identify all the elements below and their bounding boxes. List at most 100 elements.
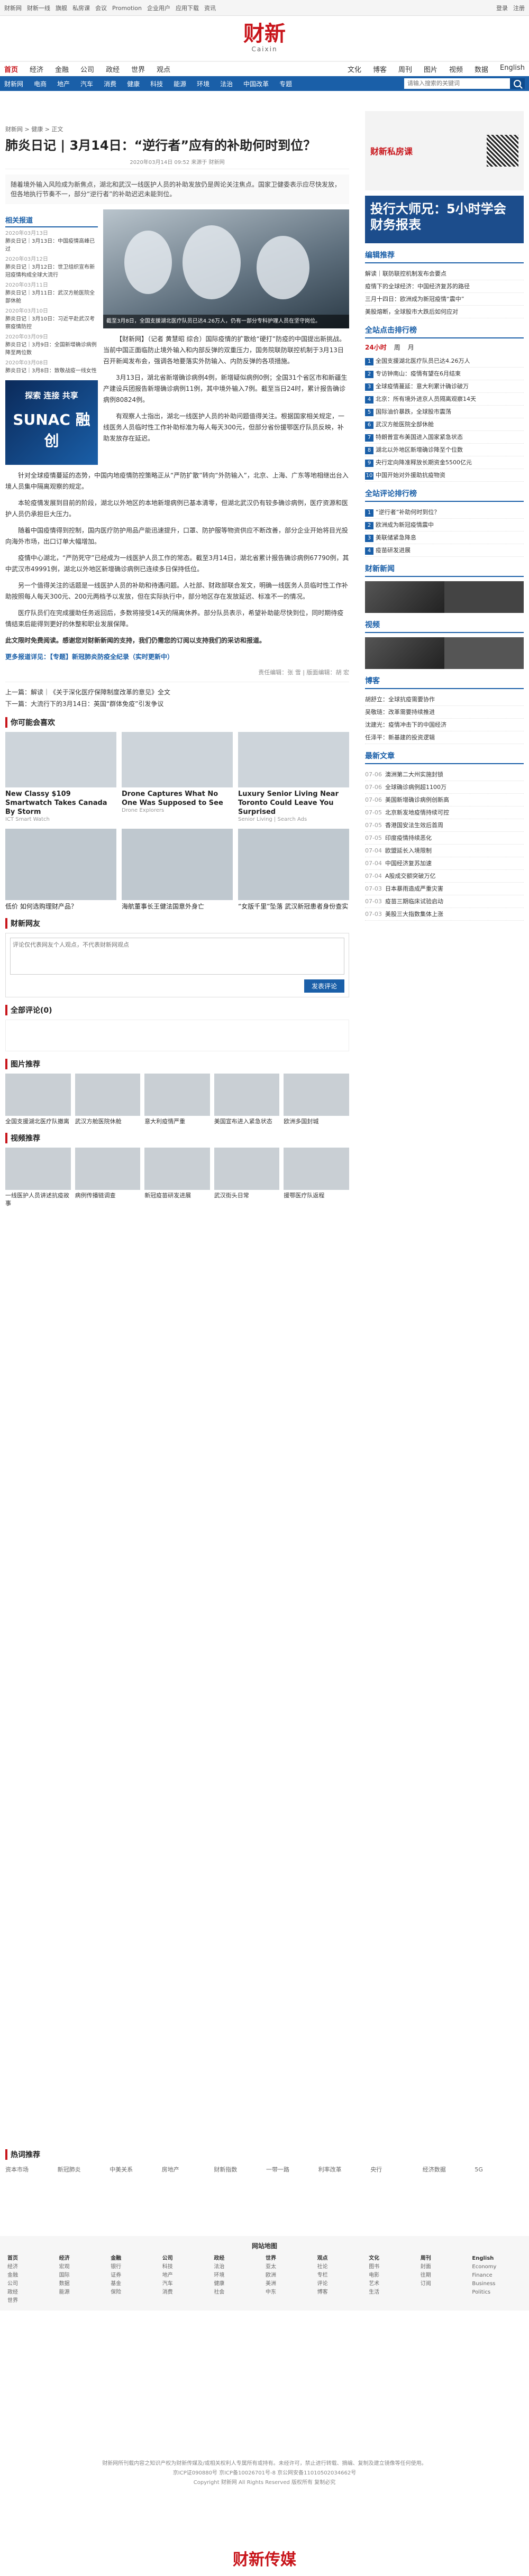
comment-rank-item-text[interactable]: 疫苗研发进展 bbox=[376, 547, 411, 554]
rank-item-text[interactable]: 特朗普宣布美国进入国家紧急状态 bbox=[376, 434, 463, 441]
nav-item-right[interactable]: 数据 bbox=[475, 64, 488, 74]
latest-item[interactable]: 07-03 疫苗三期临床试验启动 bbox=[365, 895, 524, 908]
related-item[interactable]: 2020年03月08日 肺炎日记｜3月8日：致敬战疫一线女性 bbox=[5, 359, 98, 375]
sitemap-link[interactable]: Economy bbox=[472, 2263, 522, 2271]
videos-title[interactable]: 援鄂医疗队返程 bbox=[284, 1191, 349, 1199]
latest-title[interactable]: 全球确诊病例超1100万 bbox=[385, 784, 446, 791]
channel-item[interactable]: 财新网 bbox=[4, 79, 23, 88]
sitemap-link[interactable]: 图书 bbox=[369, 2263, 418, 2271]
comment-rank-item[interactable]: 4 疫苗研发进展 bbox=[365, 544, 524, 557]
sitemap-link[interactable]: 评论 bbox=[317, 2280, 367, 2288]
blog-item[interactable]: 沈建光：疫情冲击下的中国经济 bbox=[365, 719, 524, 731]
comment-textarea[interactable] bbox=[10, 938, 344, 975]
sponsored-title[interactable]: New Classy $109 Smartwatch Takes Canada … bbox=[5, 790, 116, 817]
rank-item[interactable]: 5 国际油价暴跌，全球股市震荡 bbox=[365, 406, 524, 418]
rank-item-text[interactable]: 全国支援湖北医疗队员已达4.26万人 bbox=[376, 357, 470, 364]
sitemap-link[interactable]: 欧洲 bbox=[266, 2271, 315, 2280]
recommend-title[interactable]: “女版千里”坠落 武汉新冠患者身份查实 bbox=[238, 902, 349, 911]
editor-pick-item-text[interactable]: 美股熔断，全球股市大跌后如何应对 bbox=[365, 308, 458, 315]
recommend-card[interactable]: 低价 如何选购理财产品？ bbox=[5, 829, 116, 911]
rank-item[interactable]: 8 湖北以外地区新增确诊降至个位数 bbox=[365, 444, 524, 456]
sponsored-image[interactable] bbox=[5, 732, 116, 787]
channel-item[interactable]: 法治 bbox=[220, 79, 233, 88]
search-icon[interactable] bbox=[510, 78, 525, 89]
latest-title[interactable]: 印度疫情持续恶化 bbox=[385, 835, 432, 841]
editor-pick-item[interactable]: 疫情下的全球经济：中国经济复苏的路径 bbox=[365, 280, 524, 293]
top-link[interactable]: Promotion bbox=[112, 5, 142, 12]
channel-item[interactable]: 电商 bbox=[34, 79, 47, 88]
rank-item-text[interactable]: 武汉方舱医院全部休舱 bbox=[376, 421, 434, 428]
channel-item[interactable]: 科技 bbox=[150, 79, 163, 88]
photos-title[interactable]: 欧洲多国封城 bbox=[284, 1117, 349, 1125]
rank-item[interactable]: 6 武汉方舱医院全部休舱 bbox=[365, 418, 524, 431]
hot-word[interactable]: 经济数据 bbox=[423, 2164, 472, 2176]
latest-item[interactable]: 07-05 香港国安法生效后首周 bbox=[365, 819, 524, 832]
sitemap-link[interactable]: 国际 bbox=[59, 2271, 109, 2280]
sitemap-link[interactable]: 银行 bbox=[111, 2263, 160, 2271]
blog-item[interactable]: 吴敬琏：改革需要持续推进 bbox=[365, 706, 524, 719]
sitemap-link[interactable]: 美洲 bbox=[266, 2280, 315, 2288]
latest-item[interactable]: 07-05 北京新发地疫情持续可控 bbox=[365, 806, 524, 819]
channel-item[interactable]: 地产 bbox=[57, 79, 70, 88]
recommend-card[interactable]: 海航董事长王健法国意外身亡 bbox=[122, 829, 233, 911]
latest-item[interactable]: 07-06 全球确诊病例超1100万 bbox=[365, 781, 524, 794]
sitemap-link[interactable]: 基金 bbox=[111, 2280, 160, 2288]
nav-item[interactable]: 首页 bbox=[4, 64, 18, 74]
related-title[interactable]: 肺炎日记｜3月8日：致敬战疫一线女性 bbox=[5, 367, 98, 375]
sitemap-link[interactable]: Politics bbox=[472, 2288, 522, 2297]
blog-item-text[interactable]: 任泽平：新基建的投资逻辑 bbox=[365, 734, 435, 741]
sitemap-link[interactable]: 法治 bbox=[214, 2263, 263, 2271]
latest-title[interactable]: 北京新发地疫情持续可控 bbox=[385, 809, 449, 816]
top-link[interactable]: 企业用户 bbox=[147, 5, 170, 12]
comment-rank-item-text[interactable]: “逆行者”补助何时到位？ bbox=[376, 509, 440, 516]
hot-word[interactable]: 央行 bbox=[370, 2164, 419, 2176]
side-promo[interactable]: 财新私房课 bbox=[365, 111, 524, 190]
sitemap-link[interactable]: 环境 bbox=[214, 2271, 263, 2280]
editor-pick-item-text[interactable]: 三月十四日：欧洲成为新冠疫情“震中” bbox=[365, 296, 464, 302]
sitemap-link[interactable]: 金融 bbox=[7, 2271, 57, 2280]
sponsored-card[interactable]: Luxury Senior Living Near Toronto Could … bbox=[238, 732, 349, 822]
videos-thumb[interactable] bbox=[214, 1148, 280, 1190]
hot-word[interactable]: 资本市场 bbox=[5, 2164, 54, 2176]
rank-item-text[interactable]: 央行定向降准释放长期资金5500亿元 bbox=[376, 459, 472, 466]
latest-title[interactable]: 日本暴雨造成严重灾害 bbox=[385, 885, 443, 892]
recommend-image[interactable] bbox=[238, 829, 349, 900]
blog-item[interactable]: 任泽平：新基建的投资逻辑 bbox=[365, 731, 524, 744]
sitemap-link[interactable]: 往期 bbox=[421, 2271, 470, 2280]
latest-title[interactable]: 美国新增确诊病例创新高 bbox=[385, 796, 449, 803]
top-link[interactable]: 私房课 bbox=[72, 5, 90, 12]
photos-thumb[interactable] bbox=[214, 1074, 280, 1116]
recommend-image[interactable] bbox=[5, 829, 116, 900]
sitemap-column-heading[interactable]: 经济 bbox=[59, 2254, 109, 2263]
videos-title[interactable]: 新冠疫苗研发进展 bbox=[144, 1191, 210, 1199]
photos-title[interactable]: 美国宣布进入紧急状态 bbox=[214, 1117, 280, 1125]
nav-item[interactable]: 观点 bbox=[157, 64, 170, 74]
photos-thumb[interactable] bbox=[144, 1074, 210, 1116]
related-item[interactable]: 2020年03月13日 肺炎日记｜3月13日：中国疫情高峰已过 bbox=[5, 230, 98, 253]
top-link[interactable]: 财新一线 bbox=[27, 5, 50, 12]
rank-item[interactable]: 9 央行定向降准释放长期资金5500亿元 bbox=[365, 456, 524, 469]
sitemap-link[interactable]: 证券 bbox=[111, 2271, 160, 2280]
latest-item[interactable]: 07-05 印度疫情持续恶化 bbox=[365, 832, 524, 845]
top-right-link[interactable]: 注册 bbox=[513, 5, 525, 12]
sitemap-link[interactable]: 科技 bbox=[162, 2263, 212, 2271]
sitemap-link[interactable]: 能源 bbox=[59, 2288, 109, 2297]
related-title[interactable]: 肺炎日记｜3月13日：中国疫情高峰已过 bbox=[5, 237, 98, 253]
latest-item[interactable]: 07-04 A股成交额突破万亿 bbox=[365, 870, 524, 883]
sitemap-column-heading[interactable]: 世界 bbox=[266, 2254, 315, 2263]
blog-item-text[interactable]: 胡舒立：全球抗疫需要协作 bbox=[365, 696, 435, 703]
latest-title[interactable]: 美股三大指数集体上涨 bbox=[385, 911, 443, 918]
related-item[interactable]: 2020年03月12日 肺炎日记｜3月12日：世卫组织宣布新冠疫情构成全球大流行 bbox=[5, 255, 98, 279]
related-title[interactable]: 肺炎日记｜3月12日：世卫组织宣布新冠疫情构成全球大流行 bbox=[5, 263, 98, 279]
latest-item[interactable]: 07-04 中国经济复苏加速 bbox=[365, 857, 524, 870]
related-item[interactable]: 2020年03月09日 肺炎日记｜3月9日：全国新增确诊病例降至两位数 bbox=[5, 333, 98, 357]
comment-rank-item-text[interactable]: 美联储紧急降息 bbox=[376, 534, 416, 541]
videos-item[interactable]: 病例传播链调查 bbox=[75, 1148, 141, 1207]
latest-item[interactable]: 07-06 美国新增确诊病例创新高 bbox=[365, 794, 524, 806]
sitemap-link[interactable]: 宏观 bbox=[59, 2263, 109, 2271]
videos-title[interactable]: 武汉街头日常 bbox=[214, 1191, 280, 1199]
nav-item-right[interactable]: English bbox=[500, 64, 525, 74]
latest-title[interactable]: 欧盟延长入境限制 bbox=[385, 847, 432, 854]
sunac-ad[interactable]: 探索 连接 共享 SUNAC 融创 bbox=[5, 380, 98, 465]
related-title[interactable]: 肺炎日记｜3月11日：武汉方舱医院全部休舱 bbox=[5, 289, 98, 305]
